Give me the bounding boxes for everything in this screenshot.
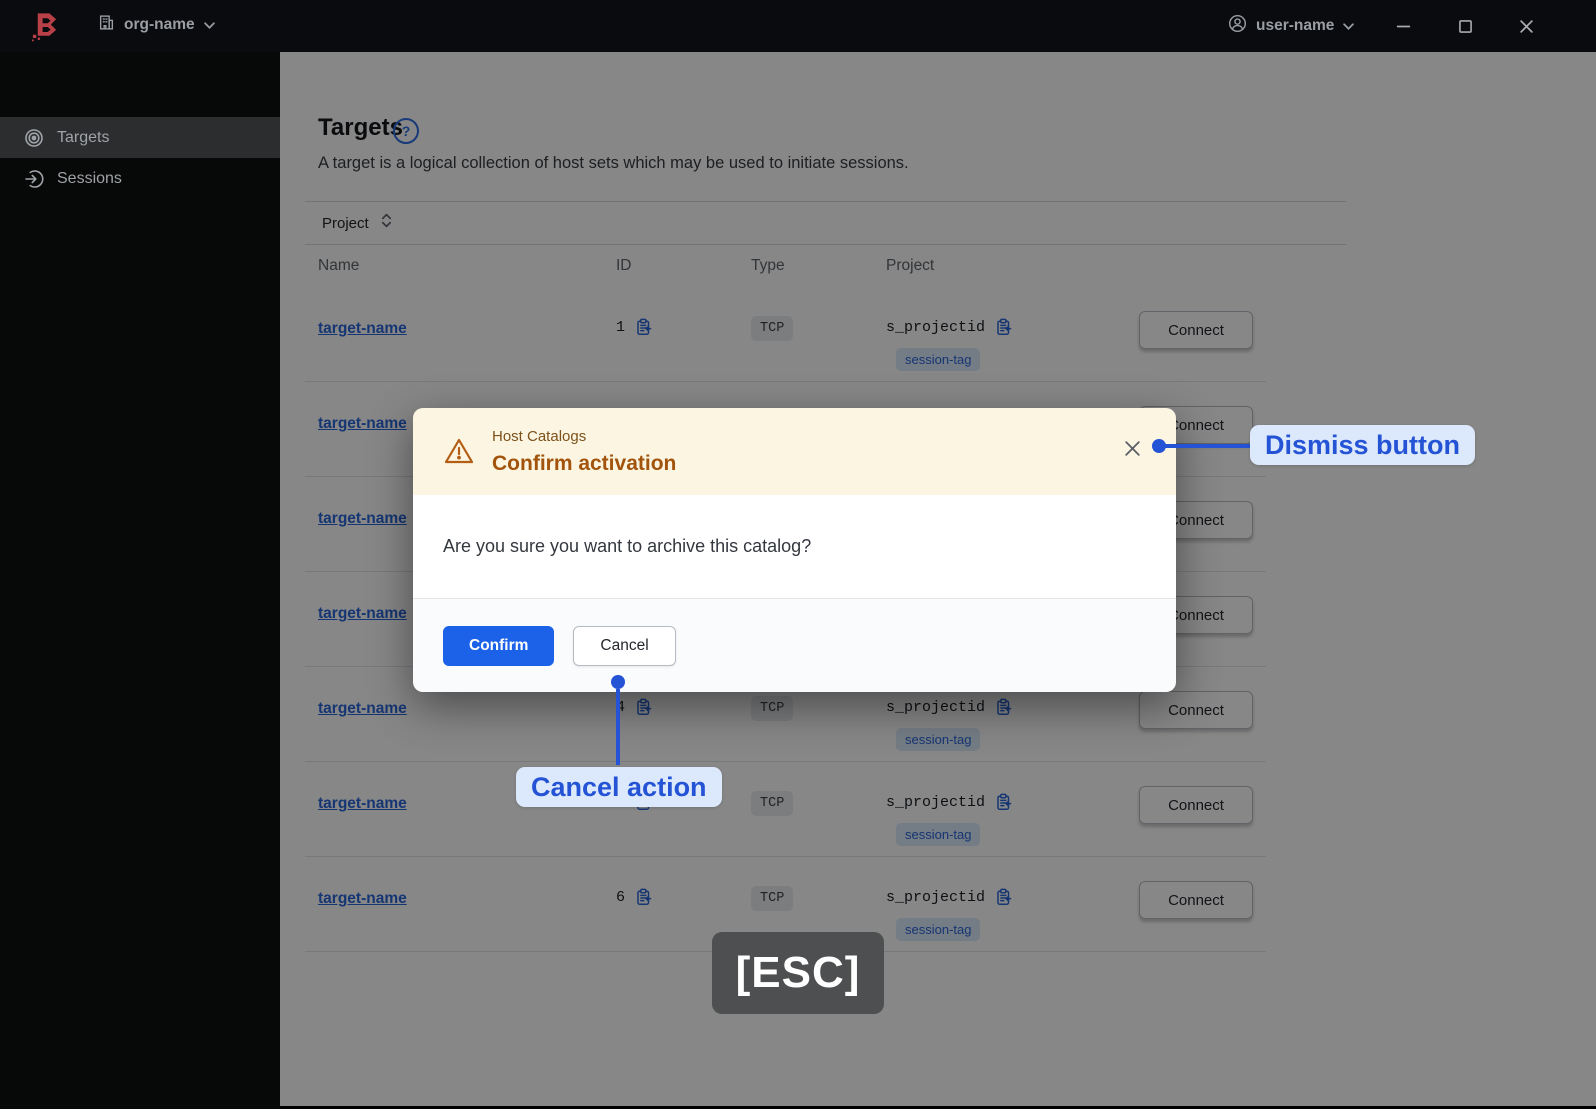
sidebar-item-sessions[interactable]: Sessions bbox=[0, 158, 280, 199]
org-name-label: org-name bbox=[124, 16, 195, 33]
warning-icon bbox=[443, 435, 475, 467]
chevron-down-icon bbox=[1343, 17, 1355, 35]
minimize-button[interactable] bbox=[1394, 17, 1412, 35]
cancel-callout-label: Cancel action bbox=[516, 767, 722, 807]
session-icon bbox=[24, 169, 44, 189]
close-window-button[interactable] bbox=[1517, 17, 1535, 35]
titlebar: org-name user-name bbox=[0, 0, 1596, 52]
dialog-title: Confirm activation bbox=[492, 452, 677, 475]
org-icon bbox=[98, 14, 115, 36]
org-switcher[interactable]: org-name bbox=[98, 14, 215, 36]
dismiss-callout-label: Dismiss button bbox=[1250, 425, 1476, 465]
sidebar-item-label: Sessions bbox=[57, 169, 122, 187]
user-name-label: user-name bbox=[1256, 17, 1335, 34]
boundary-logo-icon bbox=[30, 10, 61, 42]
cancel-callout-line bbox=[616, 689, 620, 765]
cancel-callout-dot bbox=[611, 675, 625, 689]
dismiss-callout-line bbox=[1161, 444, 1251, 448]
app-window: Targets Sessions org-name user-name Targ… bbox=[0, 0, 1596, 1109]
dialog-context-label: Host Catalogs bbox=[492, 428, 587, 445]
dialog-footer: Confirm Cancel bbox=[413, 598, 1176, 692]
cancel-button[interactable]: Cancel bbox=[573, 625, 676, 666]
target-icon bbox=[24, 128, 44, 148]
sidebar: Targets Sessions bbox=[0, 0, 280, 1109]
dialog-message: Are you sure you want to archive this ca… bbox=[413, 495, 1176, 598]
chevron-down-icon bbox=[203, 16, 215, 34]
maximize-button[interactable] bbox=[1456, 17, 1474, 35]
sidebar-item-label: Targets bbox=[57, 128, 110, 146]
confirm-button[interactable]: Confirm bbox=[443, 625, 555, 666]
user-icon bbox=[1228, 14, 1247, 38]
confirm-dialog: Host Catalogs Confirm activation Are you… bbox=[413, 408, 1176, 692]
esc-key-badge: [ESC] bbox=[712, 932, 884, 1014]
sidebar-item-targets[interactable]: Targets bbox=[0, 117, 280, 158]
dismiss-icon[interactable] bbox=[1122, 438, 1142, 458]
user-menu[interactable]: user-name bbox=[1228, 14, 1355, 38]
dialog-header: Host Catalogs Confirm activation bbox=[413, 408, 1176, 495]
